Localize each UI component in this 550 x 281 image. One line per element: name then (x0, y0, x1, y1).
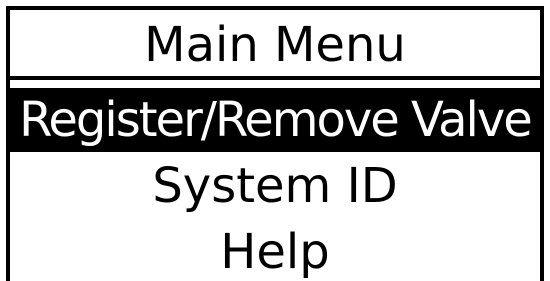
main-menu-list: Register/Remove Valve System ID Help (10, 88, 540, 281)
menu-title: Main Menu (144, 17, 406, 73)
menu-item-system-id[interactable]: System ID (10, 154, 540, 218)
lcd-screen: Main Menu Register/Remove Valve System I… (6, 6, 544, 281)
menu-item-register-remove-valve[interactable]: Register/Remove Valve (10, 88, 540, 152)
menu-item-help[interactable]: Help (10, 220, 540, 281)
title-divider (10, 76, 540, 80)
